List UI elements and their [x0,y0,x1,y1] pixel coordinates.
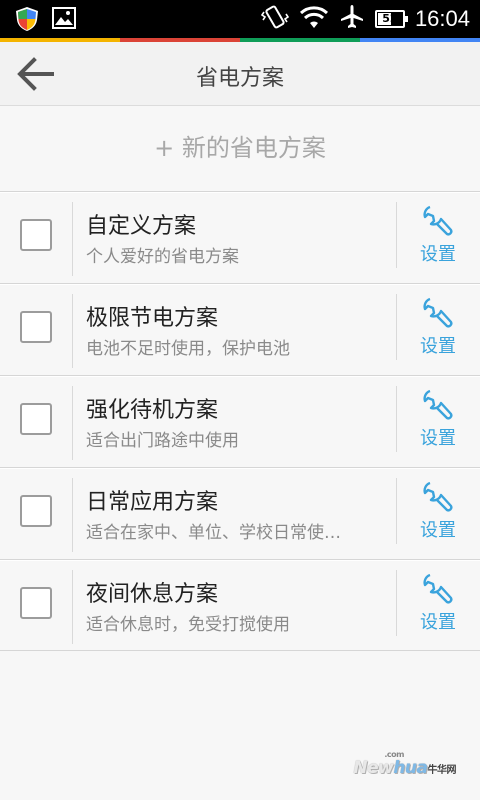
watermark-cn: 牛华网 [427,765,457,776]
wrench-icon [400,296,476,330]
divider [396,294,397,360]
setting-button[interactable]: 设置 [400,388,476,452]
status-bar: 52 16:04 [0,0,480,38]
title-bar: 省电方案 [0,42,480,106]
list-item[interactable]: 自定义方案 个人爱好的省电方案 设置 [0,191,480,283]
new-plan-button[interactable]: + 新的省电方案 [0,106,480,192]
shield-icon [14,6,40,36]
clock: 16:04 [414,6,470,31]
wrench-icon [400,572,476,606]
divider [72,294,73,368]
image-icon [52,6,76,36]
divider [0,468,480,469]
list-item[interactable]: 强化待机方案 适合出门路途中使用 设置 [0,375,480,467]
airplane-icon [339,4,365,34]
plan-checkbox[interactable] [20,219,52,251]
vibrate-icon [260,4,290,34]
plan-title: 强化待机方案 [86,398,219,423]
wrench-icon [400,388,476,422]
divider [396,386,397,452]
plan-title: 自定义方案 [86,214,197,239]
divider [396,570,397,636]
plan-subtitle: 适合休息时，免受打搅使用 [86,615,290,635]
list-item[interactable]: 夜间休息方案 适合休息时，免受打搅使用 设置 [0,559,480,651]
divider [72,570,73,644]
plan-title: 夜间休息方案 [86,582,219,607]
divider [0,376,480,377]
battery-level: 52 [382,12,398,25]
divider [72,202,73,276]
list-item[interactable]: 极限节电方案 电池不足时使用，保护电池 设置 [0,283,480,375]
battery-icon: 52 [374,10,408,28]
plan-checkbox[interactable] [20,403,52,435]
plan-checkbox[interactable] [20,495,52,527]
setting-label: 设置 [420,244,456,265]
plan-checkbox[interactable] [20,311,52,343]
list-item[interactable]: 日常应用方案 适合在家中、单位、学校日常使… 设置 [0,467,480,559]
watermark-com: .com [384,750,404,759]
plan-title: 极限节电方案 [86,306,219,331]
plan-title: 日常应用方案 [86,490,219,515]
divider [0,284,480,285]
setting-button[interactable]: 设置 [400,572,476,636]
plan-subtitle: 个人爱好的省电方案 [86,247,239,267]
setting-button[interactable]: 设置 [400,204,476,268]
divider [0,560,480,561]
plan-subtitle: 电池不足时使用，保护电池 [86,339,290,359]
watermark-logo: .com Newhua牛华网 [353,750,457,778]
setting-button[interactable]: 设置 [400,480,476,544]
page-title: 省电方案 [195,66,284,91]
plan-subtitle: 适合出门路途中使用 [86,431,239,451]
watermark-new: New [353,758,394,778]
wifi-icon [299,4,329,34]
plan-subtitle: 适合在家中、单位、学校日常使… [86,523,341,543]
plan-list: 自定义方案 个人爱好的省电方案 设置 极限节电方案 电池不足时使用，保护电池 设… [0,191,480,651]
divider [72,478,73,552]
setting-button[interactable]: 设置 [400,296,476,360]
divider [396,202,397,268]
setting-label: 设置 [420,428,456,449]
divider [72,386,73,460]
setting-label: 设置 [420,336,456,357]
divider [0,192,480,193]
watermark-hua: hua [393,758,428,778]
setting-label: 设置 [420,612,456,633]
setting-label: 设置 [420,520,456,541]
wrench-icon [400,204,476,238]
wrench-icon [400,480,476,514]
divider [396,478,397,544]
plan-checkbox[interactable] [20,587,52,619]
